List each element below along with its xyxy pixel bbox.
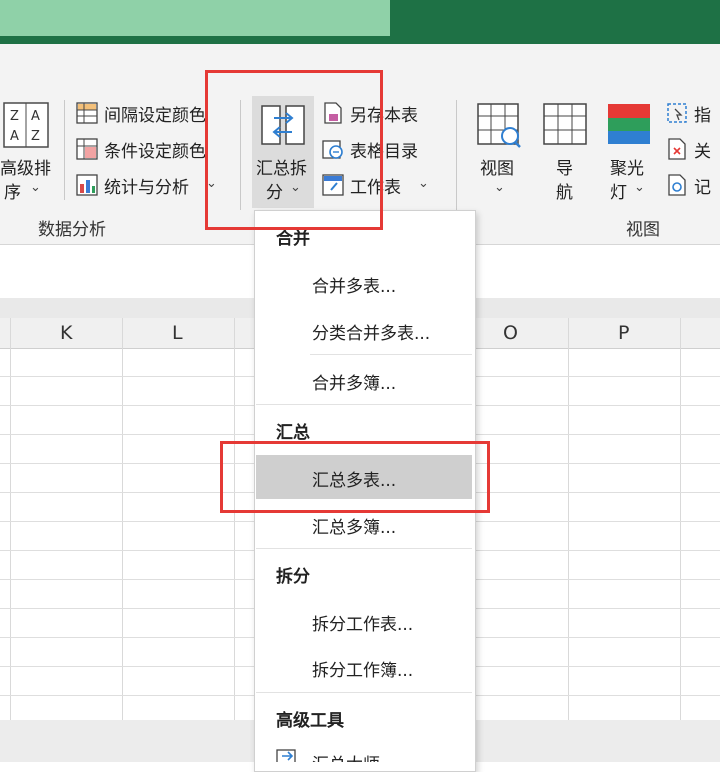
menu-separator [310,354,472,355]
annotation-box-menu-item [220,441,490,513]
annotation-box-button [205,70,383,230]
column-header-l[interactable]: L [172,322,183,344]
summary-master-label: 汇总大师 [312,750,380,762]
ribbon-separator [456,100,457,210]
condition-color-label: 条件设定颜色 [104,142,206,162]
menu-item-category-merge[interactable]: 分类合并多表... [312,319,430,344]
menu-item-split-workbook[interactable]: 拆分工作簿... [312,656,413,681]
navigation-label-2: 航 [556,183,573,203]
worksheet-chevron: ⌄ [418,176,429,191]
stats-analysis-icon [76,174,98,196]
menu-heading-advanced: 高级工具 [276,711,344,731]
navigation-button[interactable]: 导 航 [540,100,590,205]
spotlight-label-2: 灯 [610,183,627,203]
record-icon [668,174,686,196]
group-label-view: 视图 [626,220,660,240]
advanced-sort-button[interactable]: Z A A Z 高级排 序 ⌄ [0,100,56,210]
navigation-label-1: 导 [556,159,573,179]
spotlight-label-1: 聚光 [610,159,644,179]
stats-analysis-label: 统计与分析 [104,178,189,198]
sort-az-icon: Z A A Z [3,102,49,148]
interval-color-icon [76,102,98,124]
interval-color-button[interactable]: 间隔设定颜色 [74,100,224,126]
column-header-k[interactable]: K [60,322,72,344]
stats-analysis-button[interactable]: 统计与分析 ⌄ [74,172,224,198]
close-panel-button[interactable]: 关 [664,136,720,162]
navigation-icon [543,103,587,145]
close-panel-label: 关 [694,142,711,162]
svg-text:Z: Z [10,109,19,124]
menu-item-merge-sheets[interactable]: 合并多表... [312,272,396,297]
view-button[interactable]: 视图 ⌄ [474,100,526,205]
spotlight-button[interactable]: 聚光 灯 ⌄ [604,100,660,205]
sort-label-1: 高级排 [0,159,51,179]
menu-separator [256,548,472,549]
pointer-button[interactable]: 指 [664,100,720,126]
svg-text:Z: Z [31,129,40,144]
record-label: 记 [694,178,711,198]
view-chevron: ⌄ [494,180,505,195]
spotlight-chevron: ⌄ [634,180,645,195]
interval-color-label: 间隔设定颜色 [104,106,206,126]
spotlight-icon [608,104,650,144]
menu-item-split-sheet[interactable]: 拆分工作表... [312,610,413,635]
pointer-icon [667,103,687,123]
svg-text:A: A [10,129,19,144]
pointer-label: 指 [694,106,711,126]
menu-item-summary-master[interactable]: 汇总大师 [276,748,466,762]
menu-separator [256,404,472,405]
menu-item-merge-workbooks[interactable]: 合并多簿... [312,369,396,394]
close-panel-icon [668,138,686,160]
column-header-p[interactable]: P [618,322,629,344]
menu-heading-summary: 汇总 [276,423,310,443]
record-button[interactable]: 记 [664,172,720,198]
view-label-1: 视图 [480,159,514,179]
view-grid-icon [477,103,521,148]
ribbon-separator [64,100,65,200]
svg-text:A: A [31,109,40,124]
menu-item-summary-workbooks[interactable]: 汇总多簿... [312,513,396,538]
sort-label-2: 序 [4,183,21,203]
sort-chevron: ⌄ [30,180,41,195]
menu-separator [256,692,472,693]
column-header-o[interactable]: O [503,322,518,344]
group-label-data-analysis: 数据分析 [38,220,106,240]
condition-color-button[interactable]: 条件设定颜色 [74,136,224,162]
summary-master-icon [276,749,296,762]
condition-color-icon [76,138,98,160]
menu-heading-split: 拆分 [276,567,310,587]
title-field[interactable] [0,0,390,36]
